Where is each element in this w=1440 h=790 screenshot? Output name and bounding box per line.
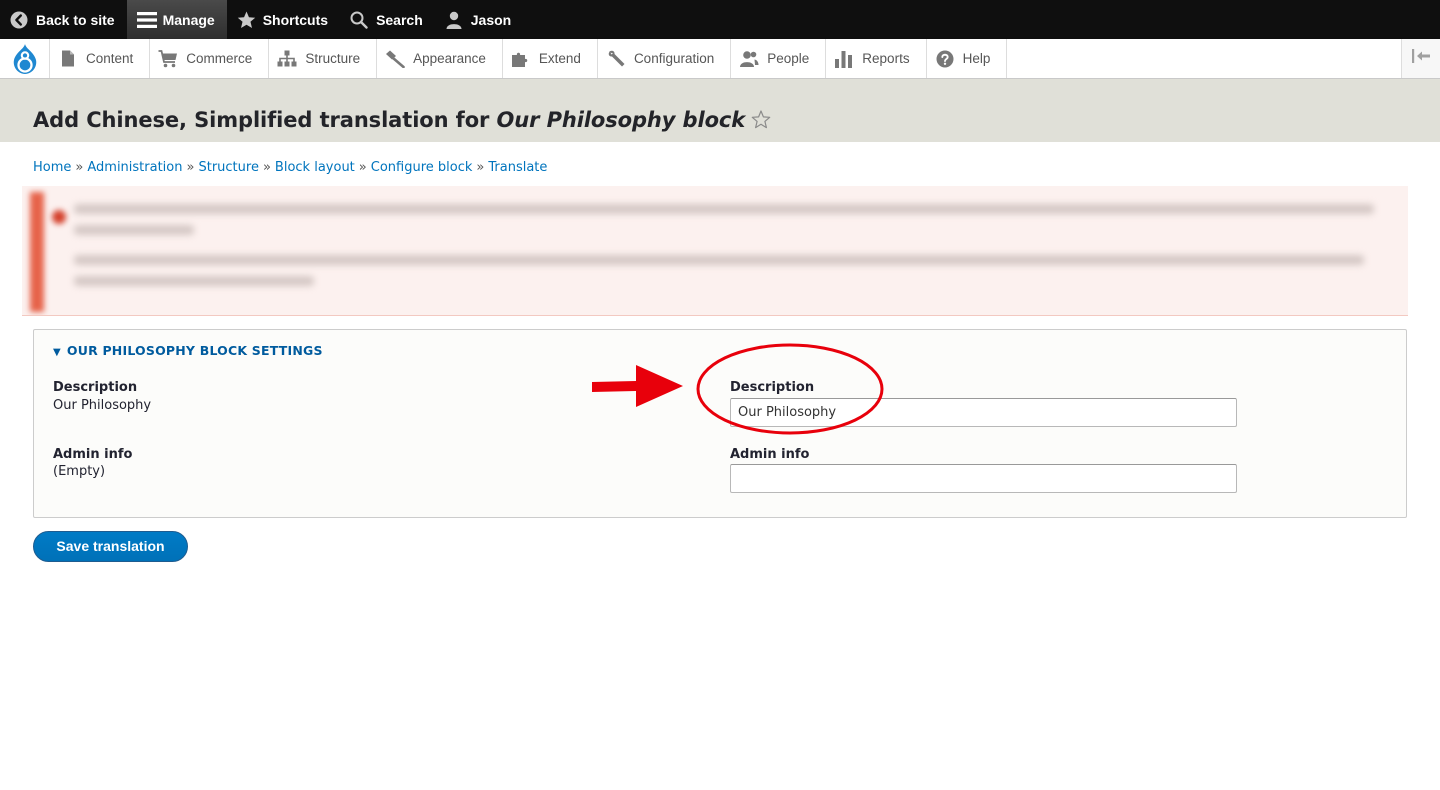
admin-toolbar: Back to site Manage Shortcuts Search Jas…: [0, 0, 1440, 39]
people-icon: [739, 50, 759, 68]
manage-label: Manage: [162, 11, 215, 28]
tray-item-label: Extend: [538, 51, 581, 66]
tray-item-commerce[interactable]: Commerce: [150, 39, 270, 78]
source-description-label: Description: [53, 380, 138, 395]
tray-item-reports[interactable]: Reports: [826, 39, 927, 78]
bar-chart-icon: [834, 50, 854, 68]
tray-item-label: Structure: [305, 51, 361, 66]
collapse-tray-button[interactable]: [1401, 39, 1440, 78]
tray-item-label: Help: [962, 51, 991, 66]
shortcuts-tab[interactable]: Shortcuts: [227, 0, 340, 39]
blurred-message-lines: [52, 204, 1382, 297]
tray-item-people[interactable]: People: [731, 39, 827, 78]
user-icon: [445, 11, 463, 29]
back-circle-icon: [10, 11, 28, 29]
user-label: Jason: [470, 11, 512, 28]
translation-description-label: Description: [730, 380, 815, 395]
search-tab[interactable]: Search: [340, 0, 435, 39]
breadcrumb-home[interactable]: Home: [33, 160, 71, 175]
page-title-prefix: Add Chinese, Simplified translation for: [33, 108, 497, 132]
save-translation-button[interactable]: Save translation: [33, 531, 188, 562]
search-label: Search: [376, 11, 423, 28]
collapse-arrow-icon: [1411, 49, 1431, 68]
tray-item-help[interactable]: Help: [927, 39, 1008, 78]
breadcrumb-block-layout[interactable]: Block layout: [275, 160, 355, 175]
tray-item-label: Commerce: [186, 51, 253, 66]
user-tab[interactable]: Jason: [435, 0, 523, 39]
section-title: OUR PHILOSOPHY BLOCK SETTINGS: [66, 343, 323, 358]
document-icon: [58, 50, 78, 68]
breadcrumb-separator: »: [75, 160, 84, 175]
page-title: Add Chinese, Simplified translation for …: [33, 108, 771, 134]
wrench-icon: [606, 50, 626, 68]
admin-menu-tray: Content Commerce Structure Appearance Ex…: [0, 39, 1440, 79]
star-icon: [237, 10, 255, 29]
drupal-logo-icon[interactable]: [0, 39, 50, 78]
tray-item-label: People: [767, 51, 810, 66]
tray-item-label: Content: [86, 51, 134, 66]
tray-item-structure[interactable]: Structure: [269, 39, 378, 78]
tray-item-label: Configuration: [633, 51, 715, 66]
sitemap-icon: [277, 50, 297, 68]
puzzle-icon: [511, 50, 531, 68]
source-admin-info-value: (Empty): [53, 464, 106, 479]
search-icon: [350, 11, 368, 29]
breadcrumb-structure[interactable]: Structure: [198, 160, 258, 175]
shortcuts-label: Shortcuts: [262, 11, 329, 28]
breadcrumb-configure-block[interactable]: Configure block: [371, 160, 473, 175]
star-outline-icon[interactable]: [751, 110, 771, 134]
breadcrumb-separator: »: [358, 160, 367, 175]
back-to-site-label: Back to site: [36, 11, 115, 28]
cart-icon: [158, 49, 178, 68]
breadcrumb-separator: »: [476, 160, 485, 175]
error-accent-bar: [30, 192, 44, 312]
hamburger-icon: [136, 11, 157, 29]
brush-icon: [385, 50, 405, 68]
breadcrumb-separator: »: [262, 160, 271, 175]
tray-item-label: Appearance: [413, 51, 486, 66]
manage-tab[interactable]: Manage: [126, 0, 227, 39]
tray-item-extend[interactable]: Extend: [503, 39, 598, 78]
page-title-entity: Our Philosophy block: [496, 108, 746, 132]
block-settings-summary[interactable]: ▼ OUR PHILOSOPHY BLOCK SETTINGS: [53, 343, 323, 358]
source-description-value: Our Philosophy: [53, 398, 152, 413]
block-settings-details: ▼ OUR PHILOSOPHY BLOCK SETTINGS Descripti…: [33, 329, 1407, 518]
breadcrumb-translate[interactable]: Translate: [488, 160, 547, 175]
tray-spacer: [1007, 39, 1401, 78]
breadcrumb: Home» Administration» Structure» Block layo…: [33, 160, 547, 175]
source-admin-info-label: Admin info: [53, 447, 133, 462]
back-to-site-link[interactable]: Back to site: [0, 0, 127, 39]
tray-item-configuration[interactable]: Configuration: [598, 39, 732, 78]
tray-item-appearance[interactable]: Appearance: [377, 39, 503, 78]
triangle-down-icon: ▼: [53, 347, 61, 358]
tray-item-label: Reports: [862, 51, 910, 66]
translation-description-input[interactable]: [730, 398, 1237, 427]
translation-admin-info-input[interactable]: [730, 464, 1237, 493]
breadcrumb-administration[interactable]: Administration: [87, 160, 182, 175]
blurred-error-message: [22, 186, 1408, 316]
breadcrumb-separator: »: [186, 160, 195, 175]
help-icon: [935, 50, 955, 68]
translation-admin-info-label: Admin info: [730, 447, 810, 462]
tray-item-content[interactable]: Content: [50, 39, 151, 78]
